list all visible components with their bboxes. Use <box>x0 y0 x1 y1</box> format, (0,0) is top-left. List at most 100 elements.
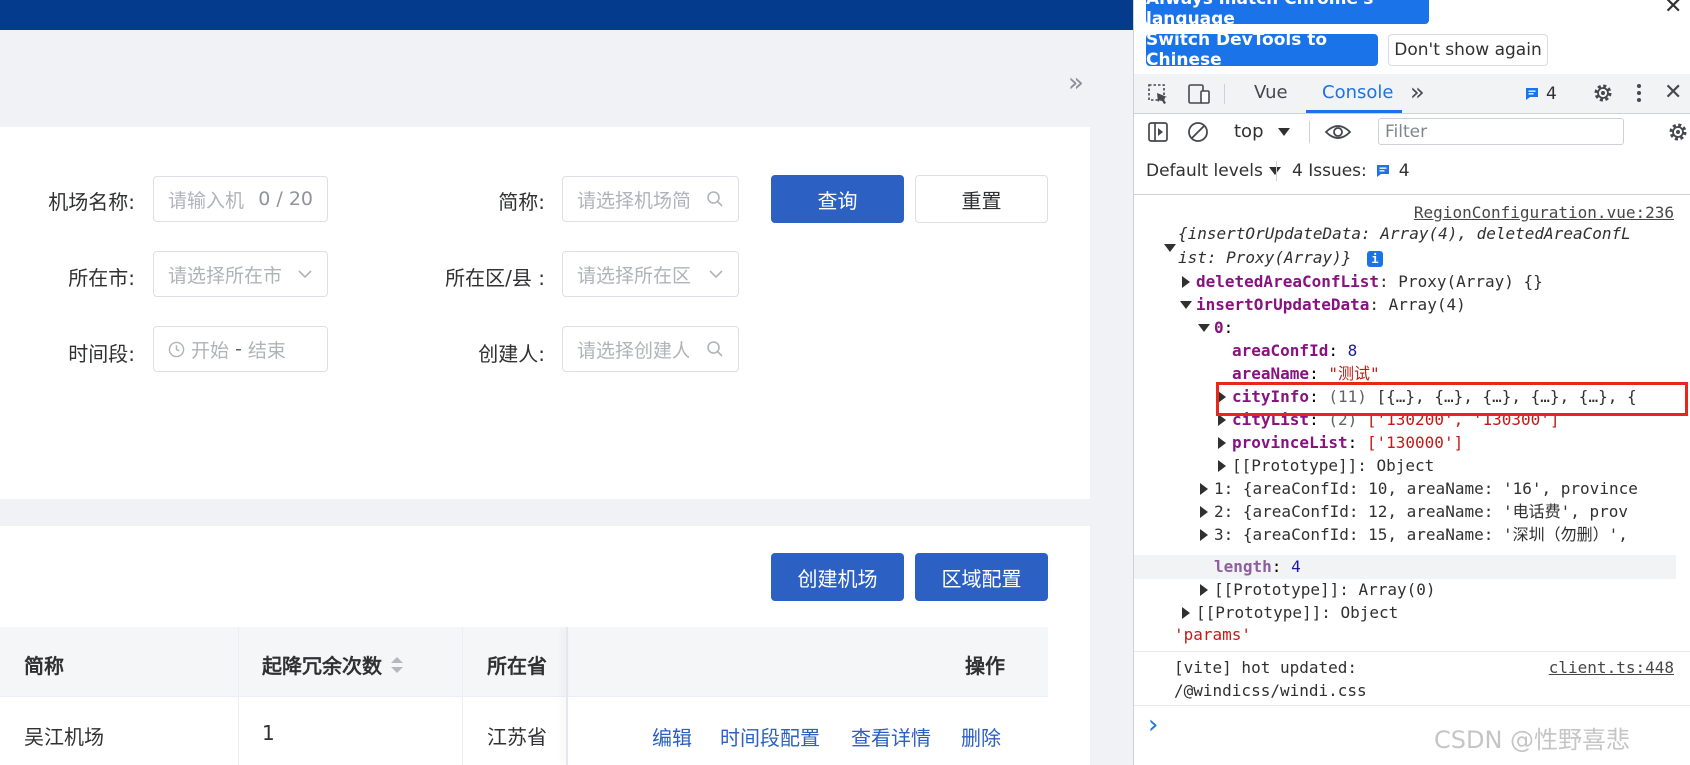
array-index: 0 <box>1214 318 1224 337</box>
sidebar-toggle-icon[interactable] <box>1146 120 1170 144</box>
more-tabs-icon[interactable]: » <box>1410 78 1425 106</box>
prop-prototype-array[interactable]: [[Prototype]]: Array(0) <box>1200 578 1436 602</box>
prop-value: 4 <box>1291 557 1301 576</box>
tab-vue[interactable]: Vue <box>1254 82 1288 103</box>
expand-arrow-icon[interactable] <box>1200 584 1208 596</box>
expand-arrow-icon[interactable] <box>1164 244 1176 252</box>
toolbar-separator <box>1276 161 1277 181</box>
region-config-button[interactable]: 区域配置 <box>915 553 1048 601</box>
always-match-language-button[interactable]: Always match Chrome's language <box>1146 0 1429 29</box>
inspect-element-icon[interactable] <box>1146 82 1170 106</box>
log-divider <box>1134 651 1690 652</box>
tab-console[interactable]: Console <box>1322 82 1393 103</box>
creator-select[interactable]: 请选择创建人 <box>562 326 739 372</box>
edit-link[interactable]: 编辑 <box>652 722 692 751</box>
default-levels-dropdown[interactable]: Default levels <box>1146 161 1281 181</box>
log-object-summary[interactable]: {insertOrUpdateData: Array(4), deletedAr… <box>1164 222 1631 252</box>
column-divider <box>238 627 239 765</box>
context-selector[interactable]: top <box>1234 121 1290 142</box>
expand-arrow-icon[interactable] <box>1218 437 1226 449</box>
expand-arrow-icon[interactable] <box>1200 483 1208 495</box>
prop-province-list[interactable]: provinceList: ['130000'] <box>1218 431 1463 455</box>
period-range-picker[interactable]: 开始 - 结束 <box>153 326 328 372</box>
period-config-link[interactable]: 时间段配置 <box>720 722 820 751</box>
info-badge-icon[interactable]: i <box>1367 251 1384 267</box>
prop-prototype-object[interactable]: [[Prototype]]: Object <box>1218 454 1434 478</box>
prop-key: deletedAreaConfList <box>1196 272 1380 291</box>
district-placeholder: 请选择所在区 <box>577 264 692 287</box>
more-options-icon[interactable] <box>1634 81 1644 105</box>
city-select[interactable]: 请选择所在市 <box>153 251 328 297</box>
view-details-link[interactable]: 查看详情 <box>851 722 931 751</box>
filter-placeholder: Filter <box>1385 121 1428 142</box>
array-item-3[interactable]: 3: {areaConfId: 15, areaName: '深圳（勿删）', <box>1200 523 1628 547</box>
array-item-1[interactable]: 1: {areaConfId: 10, areaName: '16', prov… <box>1200 477 1638 501</box>
airport-name-input[interactable]: 请输入机 0 / 20 <box>153 176 328 222</box>
expand-arrow-icon[interactable] <box>1200 506 1208 518</box>
prop-value: : Proxy(Array) {} <box>1379 272 1543 291</box>
expand-arrow-icon[interactable] <box>1198 324 1210 332</box>
prop-key: provinceList <box>1232 433 1348 452</box>
colon: : <box>1328 341 1338 360</box>
expand-arrow-icon[interactable] <box>1218 460 1226 472</box>
close-devtools-icon[interactable]: ✕ <box>1664 80 1682 105</box>
toolbar-separator <box>1309 121 1310 143</box>
array-item-2[interactable]: 2: {areaConfId: 12, areaName: '电话费', pro… <box>1200 500 1629 524</box>
cell-short-name: 吴江机场 <box>24 725 104 749</box>
expand-arrow-icon[interactable] <box>1182 607 1190 619</box>
console-settings-gear-icon[interactable] <box>1666 120 1690 144</box>
prop-key: length <box>1214 557 1272 576</box>
query-button[interactable]: 查询 <box>771 175 904 223</box>
console-prompt-icon[interactable]: › <box>1148 710 1158 740</box>
prop-text: [[Prototype]]: Array(0) <box>1214 580 1436 599</box>
prop-insert-or-update-data[interactable]: insertOrUpdateData: Array(4) <box>1180 293 1466 317</box>
issues-message-icon <box>1376 165 1389 177</box>
log-object-line-2-text: ist: Proxy(Array)} <box>1178 248 1352 267</box>
airport-name-char-count: 0 / 20 <box>258 188 313 210</box>
colon: : <box>1223 318 1234 337</box>
tab-console-underline <box>1306 110 1402 113</box>
period-separator: - <box>235 338 242 360</box>
airport-name-placeholder: 请输入机 <box>168 189 245 212</box>
reset-button[interactable]: 重置 <box>915 175 1048 223</box>
prop-value: "测试" <box>1328 364 1380 383</box>
period-start: 开始 <box>191 339 230 362</box>
issues-count: 4 <box>1398 161 1410 181</box>
delete-link[interactable]: 删除 <box>961 722 1001 751</box>
collapse-panel-icon[interactable]: » <box>1068 70 1084 96</box>
prop-deleted-area-conf-list[interactable]: deletedAreaConfList: Proxy(Array) {} <box>1182 270 1543 294</box>
switch-to-chinese-button[interactable]: Switch DevTools to Chinese <box>1146 30 1378 70</box>
airport-name-label: 机场名称: <box>48 190 135 214</box>
prop-area-conf-id: areaConfId: 8 <box>1232 339 1357 363</box>
log-divider <box>1134 705 1690 706</box>
messages-icon[interactable] <box>1524 86 1540 102</box>
clear-console-icon[interactable] <box>1186 120 1210 144</box>
settings-gear-icon[interactable] <box>1591 81 1615 105</box>
expand-arrow-icon[interactable] <box>1180 301 1192 309</box>
fixed-column-shadow <box>566 627 568 765</box>
array-item-0[interactable]: 0: <box>1198 316 1234 340</box>
live-expression-eye-icon[interactable] <box>1324 122 1352 142</box>
sort-icon[interactable] <box>390 655 404 675</box>
district-select[interactable]: 请选择所在区 <box>562 251 739 297</box>
device-toolbar-icon[interactable] <box>1186 82 1212 106</box>
expand-arrow-icon[interactable] <box>1182 276 1190 288</box>
prop-prototype-object-root[interactable]: [[Prototype]]: Object <box>1182 601 1398 625</box>
banner-close-icon[interactable]: ✕ <box>1664 0 1682 19</box>
vite-source-link[interactable]: client.ts:448 <box>1549 656 1674 680</box>
create-airport-button[interactable]: 创建机场 <box>771 553 904 601</box>
log-params-string: 'params' <box>1174 625 1252 644</box>
expand-arrow-icon[interactable] <box>1200 529 1208 541</box>
column-header-count[interactable]: 起降冗余次数 <box>262 650 404 679</box>
dont-show-again-button[interactable]: Don't show again <box>1388 34 1548 66</box>
prop-value: : Array(4) <box>1369 295 1466 314</box>
console-filter-input[interactable]: Filter <box>1378 118 1624 145</box>
issues-button[interactable]: 4 Issues: 4 <box>1292 161 1410 181</box>
column-header-province: 所在省 <box>487 654 547 678</box>
short-name-select[interactable]: 请选择机场简 <box>562 176 739 222</box>
array-item-text: 2: {areaConfId: 12, areaName: '电话费', pro… <box>1214 502 1629 521</box>
creator-label: 创建人: <box>478 342 545 366</box>
array-item-text: 3: {areaConfId: 15, areaName: '深圳（勿删）', <box>1214 525 1628 544</box>
vite-log-line-1: [vite] hot updated: <box>1174 658 1358 677</box>
search-icon <box>707 341 723 357</box>
